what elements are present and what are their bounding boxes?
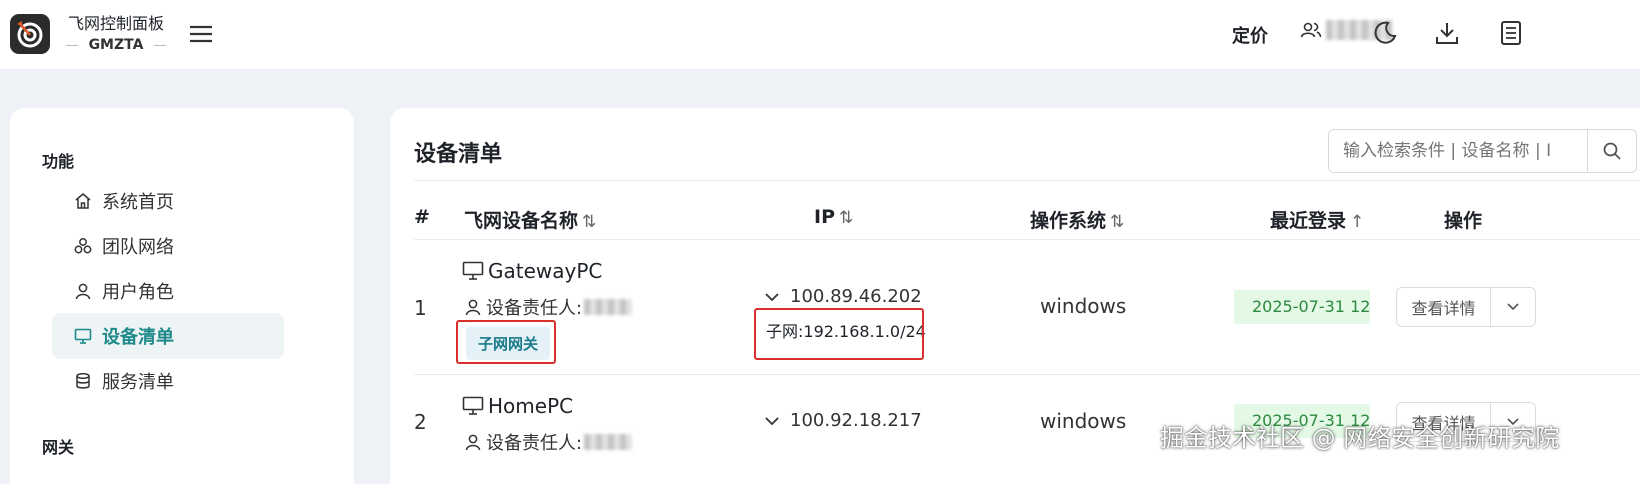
user-icon <box>465 299 481 316</box>
highlight-box <box>456 320 556 364</box>
device-name-text: HomePC <box>488 394 574 418</box>
document-icon <box>1501 21 1521 45</box>
column-header-label: 飞网设备名称 <box>464 210 579 232</box>
view-details-button[interactable]: 查看详情 <box>1397 288 1491 326</box>
monitor-icon <box>462 261 484 280</box>
highlight-box <box>754 308 924 360</box>
header-divider <box>414 239 1640 240</box>
column-header-label: 最近登录 <box>1270 210 1347 232</box>
device-name-text: GatewayPC <box>488 259 603 283</box>
search-button[interactable] <box>1587 129 1637 173</box>
app-subtitle: GMZTA <box>66 34 166 56</box>
search-input[interactable] <box>1328 129 1588 173</box>
sidebar-item-home[interactable]: 系统首页 <box>52 178 284 224</box>
owner-label: 设备责任人: <box>486 298 583 319</box>
top-bar: 飞网控制面板 GMZTA 定价 <box>0 0 1640 70</box>
watermark: 掘金技术社区 @ 网络安全创新研究院 <box>1160 424 1560 452</box>
docs-button[interactable] <box>1496 18 1526 48</box>
owner-name-redacted <box>584 299 633 315</box>
app-title: 飞网控制面板 <box>67 14 164 33</box>
download-button[interactable] <box>1432 18 1462 48</box>
app-logo[interactable] <box>10 14 50 54</box>
owner-name-redacted <box>584 434 633 450</box>
sidebar-item-label: 设备清单 <box>102 327 174 348</box>
sort-icon: ↑ <box>1350 212 1365 232</box>
more-actions-button[interactable] <box>1491 288 1535 326</box>
sidebar-item-user-roles[interactable]: 用户角色 <box>52 268 284 314</box>
column-header-os[interactable]: 操作系统 ⇅ <box>1030 206 1124 233</box>
sidebar-group-title: 功能 <box>42 152 75 171</box>
device-owner: 设备责任人: <box>464 429 633 455</box>
sidebar-item-label: 团队网络 <box>102 237 174 258</box>
database-icon <box>72 370 94 392</box>
sidebar-item-label: 服务清单 <box>102 372 174 393</box>
hamburger-icon <box>190 25 212 43</box>
device-owner: 设备责任人: <box>464 294 633 320</box>
sort-icon: ⇅ <box>582 212 597 232</box>
moon-icon <box>1374 21 1397 44</box>
column-header-last-login[interactable]: 最近登录 ↑ <box>1270 206 1364 233</box>
theme-toggle-button[interactable] <box>1370 18 1400 48</box>
target-logo-icon <box>17 21 43 48</box>
device-name[interactable]: GatewayPC <box>462 259 602 283</box>
os-name: windows <box>1040 294 1127 318</box>
ip-expand-toggle[interactable]: 100.92.18.217 <box>764 410 922 431</box>
column-header-label: 操作系统 <box>1030 210 1107 232</box>
row-divider <box>414 374 1640 375</box>
row-index: 1 <box>414 296 427 320</box>
chevron-down-icon <box>1507 303 1519 311</box>
user-icon <box>465 434 481 451</box>
sidebar: 功能 系统首页 团队网络 用户角色 设备清单 服务清单 网关 <box>10 108 354 484</box>
column-header-device-name[interactable]: 飞网设备名称 ⇅ <box>464 206 596 233</box>
action-button-group: 查看详情 <box>1396 287 1536 327</box>
chevron-down-icon <box>765 416 779 425</box>
column-header-actions: 操作 <box>1444 210 1483 232</box>
row-index: 2 <box>414 410 427 434</box>
ip-address: 100.92.18.217 <box>790 410 922 431</box>
sidebar-group-title: 网关 <box>42 438 75 457</box>
download-icon <box>1436 23 1458 44</box>
table-top-border <box>414 180 1640 181</box>
sort-icon: ⇅ <box>839 208 854 228</box>
page-title: 设备清单 <box>414 142 503 167</box>
brand: 飞网控制面板 GMZTA <box>66 14 166 56</box>
sort-icon: ⇅ <box>1110 212 1125 232</box>
sidebar-item-team-network[interactable]: 团队网络 <box>52 223 284 269</box>
menu-toggle-button[interactable] <box>188 22 214 46</box>
sidebar-item-service-list[interactable]: 服务清单 <box>52 358 284 404</box>
home-icon <box>72 190 94 212</box>
os-name: windows <box>1040 409 1127 433</box>
monitor-icon <box>462 396 484 415</box>
pricing-link[interactable]: 定价 <box>1232 22 1268 48</box>
last-login-badge: 2025-07-31 12 <box>1234 290 1370 324</box>
owner-label: 设备责任人: <box>486 433 583 454</box>
network-icon <box>72 235 94 257</box>
users-icon <box>1300 22 1322 38</box>
column-header-label: IP <box>814 206 835 228</box>
ip-address: 100.89.46.202 <box>790 286 922 307</box>
column-header-index: # <box>414 206 430 228</box>
sidebar-item-device-list[interactable]: 设备清单 <box>52 313 284 359</box>
ip-expand-toggle[interactable]: 100.89.46.202 <box>764 286 922 307</box>
device-name[interactable]: HomePC <box>462 394 573 418</box>
search-icon <box>1603 142 1621 160</box>
sidebar-item-label: 系统首页 <box>102 192 174 213</box>
monitor-icon <box>72 325 94 347</box>
chevron-down-icon <box>765 292 779 301</box>
sidebar-item-label: 用户角色 <box>102 282 174 303</box>
column-header-ip[interactable]: IP ⇅ <box>814 206 853 228</box>
user-icon <box>72 280 94 302</box>
